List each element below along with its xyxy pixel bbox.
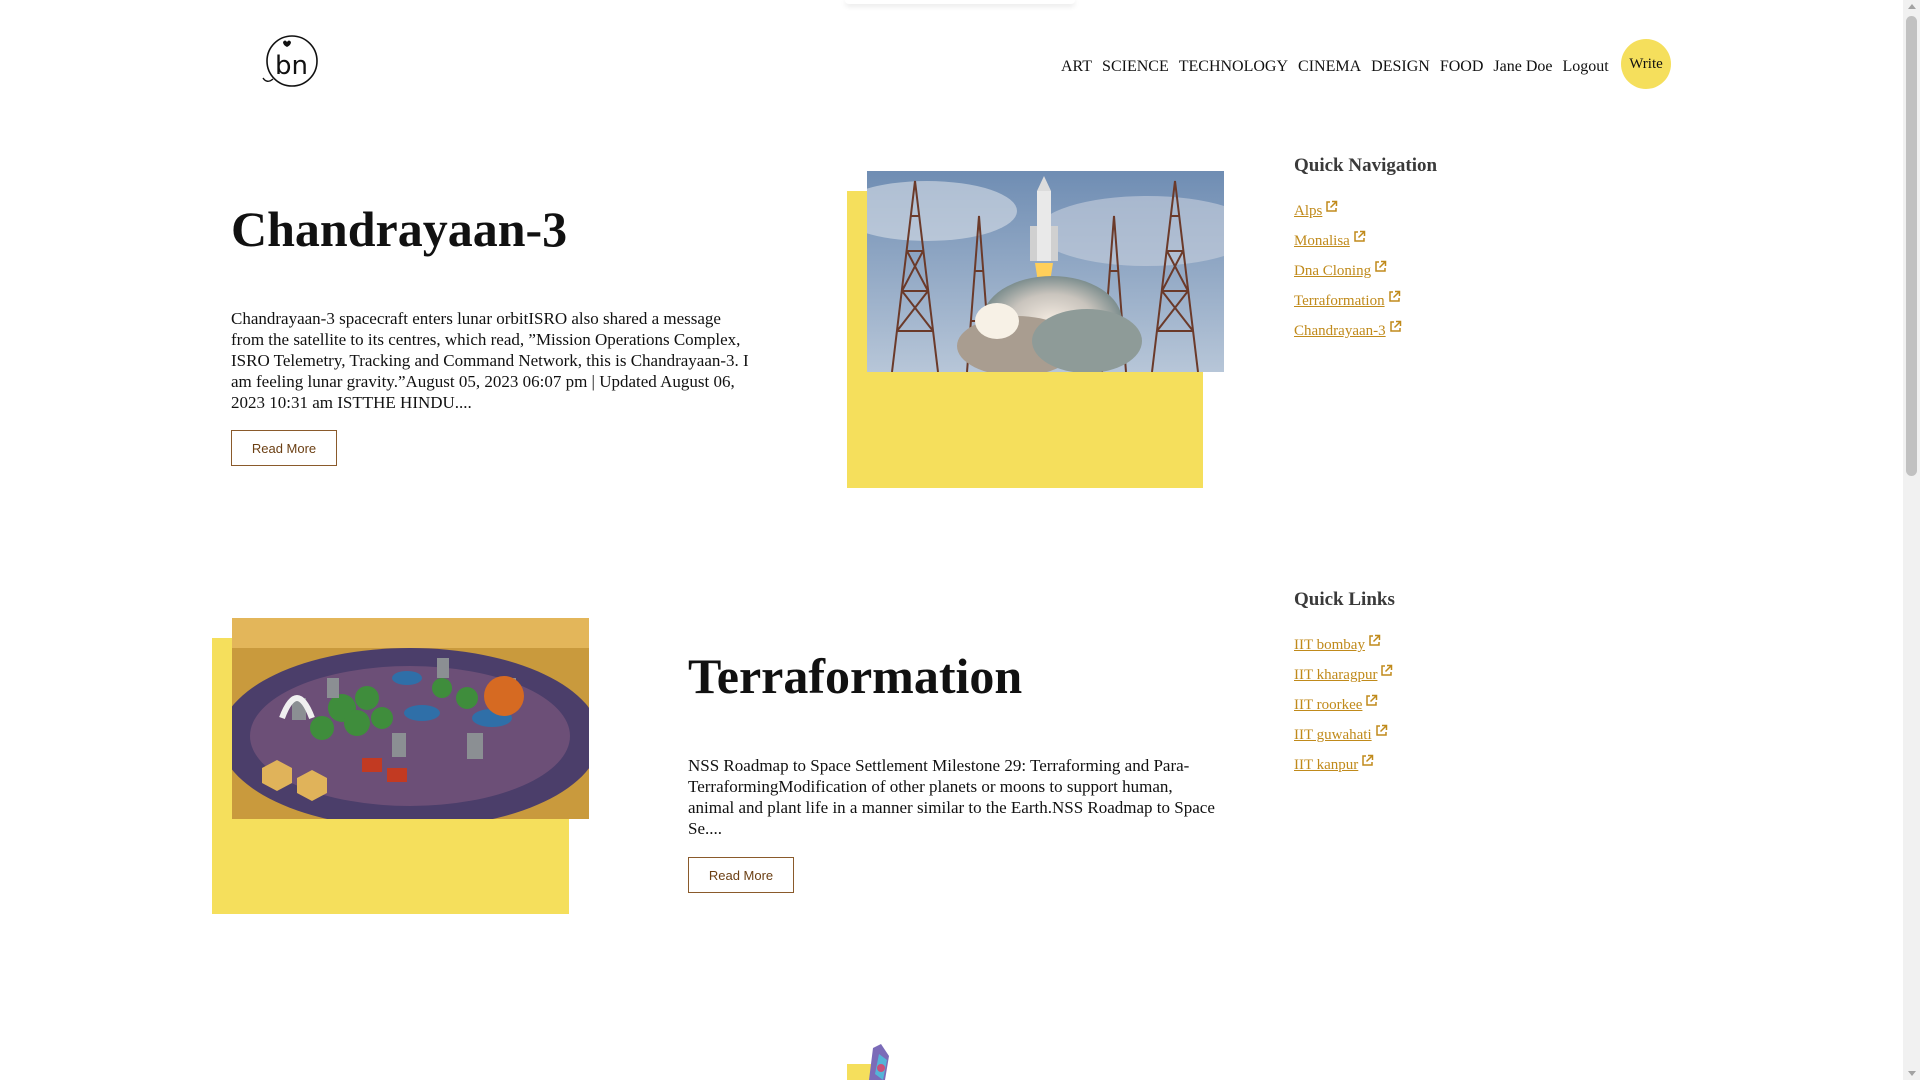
list-item: IIT guwahati (1294, 724, 1393, 754)
list-item: IIT roorkee (1294, 694, 1393, 724)
list-item: Chandrayaan-3 (1294, 320, 1402, 350)
rocket-launch-image[interactable] (867, 171, 1224, 372)
external-link-icon (1389, 320, 1401, 332)
write-button[interactable]: Write (1621, 39, 1671, 89)
external-link-icon (1388, 290, 1400, 302)
quick-link[interactable]: IIT roorkee (1294, 697, 1362, 713)
nav-logout[interactable]: Logout (1562, 58, 1608, 76)
quick-nav-link[interactable]: Alps (1294, 203, 1322, 219)
quick-nav-link[interactable]: Chandrayaan-3 (1294, 323, 1386, 339)
list-item: IIT kharagpur (1294, 664, 1393, 694)
nav-user-name[interactable]: Jane Doe (1493, 58, 1552, 76)
site-logo[interactable]: bn (261, 34, 319, 90)
quick-link[interactable]: IIT guwahati (1294, 727, 1372, 743)
quick-navigation-list: Alps Monalisa Dna Cloning Terraformation… (1294, 200, 1402, 350)
list-item: Monalisa (1294, 230, 1402, 260)
vertical-scrollbar[interactable] (1903, 0, 1920, 1080)
external-link-icon (1369, 634, 1381, 646)
nav-cinema[interactable]: CINEMA (1298, 58, 1361, 76)
external-link-icon (1354, 230, 1366, 242)
quick-link[interactable]: IIT bombay (1294, 637, 1365, 653)
list-item: IIT kanpur (1294, 754, 1393, 784)
list-item: Terraformation (1294, 290, 1402, 320)
external-link-icon (1381, 664, 1393, 676)
quick-nav-link[interactable]: Dna Cloning (1294, 263, 1371, 279)
board-game-image[interactable] (232, 618, 589, 819)
external-link-icon (1366, 694, 1378, 706)
scroll-down-icon[interactable] (1908, 1071, 1916, 1076)
external-link-icon (1375, 260, 1387, 272)
post-title[interactable]: Chandrayaan-3 (231, 200, 567, 258)
nav-food[interactable]: FOOD (1440, 58, 1484, 76)
logo-text: bn (275, 51, 308, 81)
external-link-icon (1326, 200, 1338, 212)
read-more-button[interactable]: Read More (688, 857, 794, 893)
quick-links-title: Quick Links (1294, 589, 1395, 610)
post-image[interactable] (867, 1044, 897, 1080)
post-excerpt: NSS Roadmap to Space Settlement Mileston… (688, 756, 1215, 838)
list-item: IIT bombay (1294, 634, 1393, 664)
post-excerpt: Chandrayaan-3 spacecraft enters lunar or… (231, 309, 749, 412)
external-link-icon (1375, 724, 1387, 736)
nav-technology[interactable]: TECHNOLOGY (1179, 58, 1288, 76)
quick-navigation-title: Quick Navigation (1294, 155, 1438, 176)
list-item: Alps (1294, 200, 1402, 230)
post-title[interactable]: Terraformation (688, 647, 1022, 705)
logo-icon: bn (262, 35, 318, 87)
external-link-icon (1362, 754, 1374, 766)
top-popup-shadow (845, 0, 1075, 4)
quick-link[interactable]: IIT kanpur (1294, 757, 1358, 773)
quick-nav-link[interactable]: Monalisa (1294, 233, 1350, 249)
scrollbar-thumb[interactable] (1906, 16, 1917, 476)
quick-links-list: IIT bombay IIT kharagpur IIT roorkee IIT… (1294, 634, 1393, 784)
quick-nav-link[interactable]: Terraformation (1294, 293, 1385, 309)
nav-science[interactable]: SCIENCE (1102, 58, 1169, 76)
list-item: Dna Cloning (1294, 260, 1402, 290)
main-nav: ART SCIENCE TECHNOLOGY CINEMA DESIGN FOO… (1061, 52, 1619, 82)
quick-link[interactable]: IIT kharagpur (1294, 667, 1377, 683)
scroll-up-icon[interactable] (1908, 4, 1916, 9)
nav-art[interactable]: ART (1061, 58, 1092, 76)
nav-design[interactable]: DESIGN (1371, 58, 1430, 76)
read-more-button[interactable]: Read More (231, 430, 337, 466)
